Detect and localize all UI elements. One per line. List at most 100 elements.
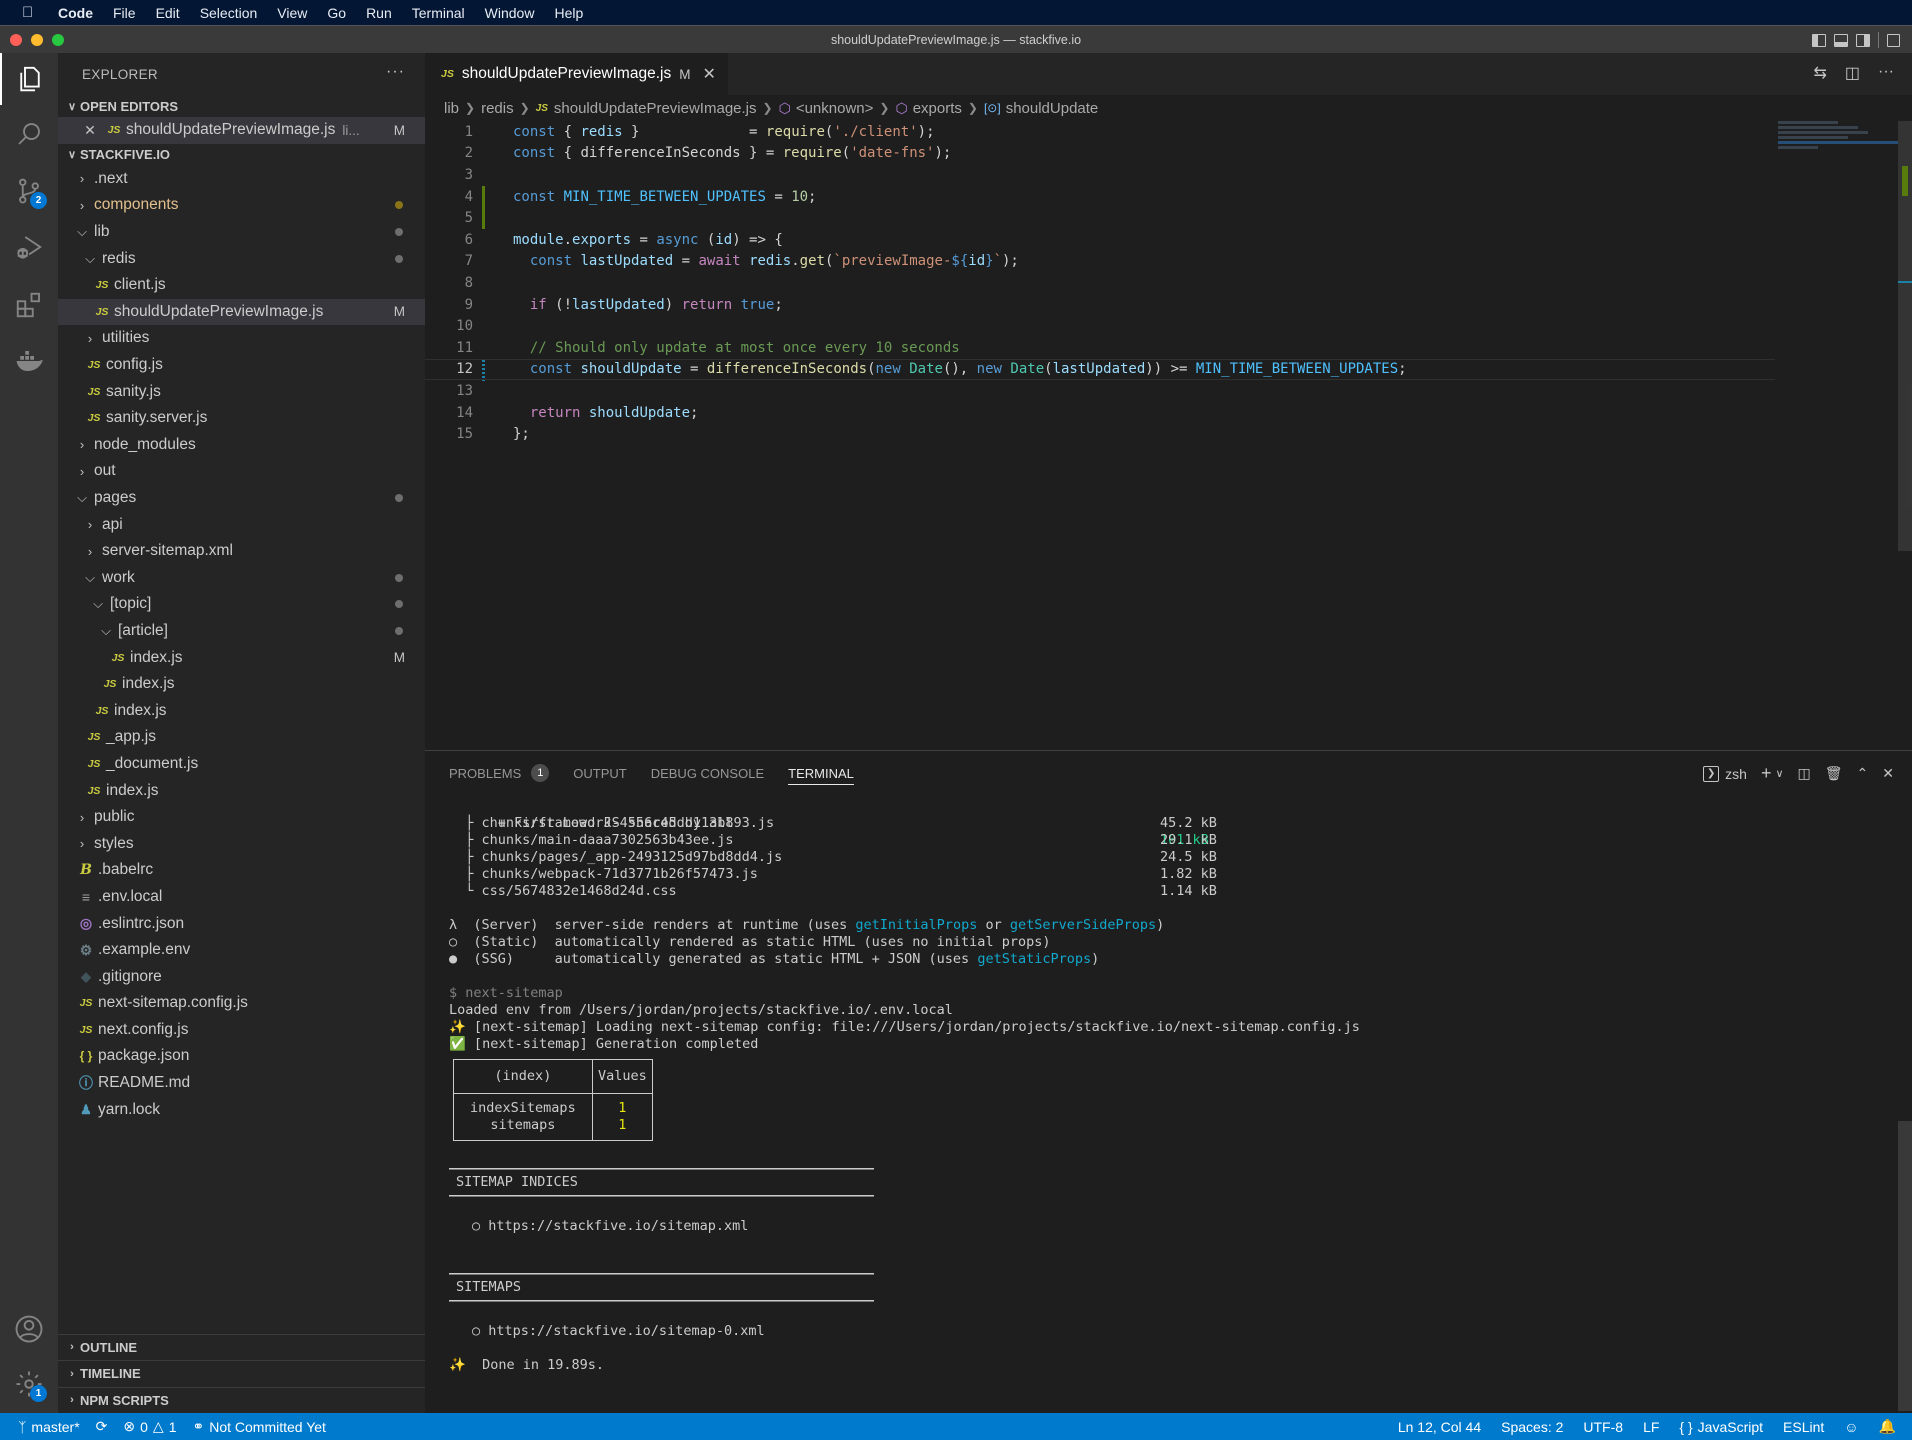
tree-folder[interactable]: ⌵ redis — [58, 245, 425, 272]
tab-debug-console[interactable]: DEBUG CONSOLE — [651, 751, 764, 795]
breadcrumb-item[interactable]: exports — [913, 100, 962, 117]
tree-folder[interactable]: › out — [58, 458, 425, 485]
tree-file[interactable]: JS shouldUpdatePreviewImage.js M — [58, 298, 425, 326]
toggle-panel-icon[interactable] — [1834, 33, 1848, 47]
apple-icon[interactable]:  — [22, 4, 36, 21]
menu-view[interactable]: View — [277, 5, 307, 21]
terminal-scrollbar[interactable] — [1898, 1121, 1912, 1411]
tree-file[interactable]: JS next.config.js — [58, 1017, 425, 1044]
tree-folder[interactable]: ⌵ [topic] — [58, 591, 425, 618]
problems-indicator[interactable]: ⊗ 0 △ 1 — [123, 1418, 176, 1435]
tree-folder[interactable]: › .next — [58, 166, 425, 193]
npm-scripts-section[interactable]: › NPM SCRIPTS — [58, 1386, 425, 1414]
tree-folder[interactable]: ⌵ pages — [58, 485, 425, 512]
language-mode[interactable]: { } JavaScript — [1679, 1419, 1763, 1435]
tree-folder[interactable]: › node_modules — [58, 432, 425, 459]
chevron-down-icon[interactable]: ∨ — [1775, 767, 1783, 780]
tree-folder[interactable]: › components — [58, 192, 425, 219]
new-terminal-icon[interactable]: + — [1761, 763, 1772, 784]
tab-terminal[interactable]: TERMINAL — [788, 751, 854, 795]
indentation[interactable]: Spaces: 2 — [1501, 1419, 1563, 1435]
minimize-window-button[interactable] — [31, 34, 43, 46]
menu-window[interactable]: Window — [485, 5, 535, 21]
open-editors-header[interactable]: ∨ OPEN EDITORS — [58, 95, 425, 117]
activity-manage[interactable]: 1 — [0, 1358, 58, 1410]
code-line[interactable]: 10 — [425, 315, 1775, 337]
tab-output[interactable]: OUTPUT — [573, 751, 626, 795]
tree-file[interactable]: ⓘ README.md — [58, 1070, 425, 1097]
terminal-output[interactable]: + First Load JS shared by all 101 kB ├ c… — [449, 798, 1849, 1374]
tree-file[interactable]: JS _document.js — [58, 751, 425, 778]
menu-file[interactable]: File — [113, 5, 136, 21]
tree-file[interactable]: ◆ .gitignore — [58, 963, 425, 990]
trash-icon[interactable]: 🗑 — [1825, 765, 1843, 782]
code-line[interactable]: 2 const { differenceInSeconds } = require… — [425, 143, 1775, 165]
activity-source-control[interactable]: 2 — [0, 165, 58, 217]
tree-folder[interactable]: › styles — [58, 830, 425, 857]
git-blame-indicator[interactable]: ⚭ Not Committed Yet — [192, 1418, 325, 1435]
code-line[interactable]: 1 const { redis } = require('./client'); — [425, 121, 1775, 143]
code-line[interactable]: 5 — [425, 207, 1775, 229]
end-of-line[interactable]: LF — [1643, 1419, 1659, 1435]
tree-file[interactable]: JS index.js — [58, 671, 425, 698]
editor-scrollbar[interactable] — [1898, 121, 1912, 551]
customize-layout-icon[interactable] — [1887, 33, 1900, 47]
close-tab-icon[interactable]: ✕ — [702, 64, 715, 84]
notifications-bell-icon[interactable]: 🔔 — [1879, 1418, 1896, 1435]
code-line[interactable]: 3 — [425, 164, 1775, 186]
tree-folder[interactable]: › public — [58, 804, 425, 831]
menu-terminal[interactable]: Terminal — [412, 5, 465, 21]
tree-file[interactable]: JS index.js M — [58, 644, 425, 671]
code-line[interactable]: 15}; — [425, 423, 1775, 445]
tree-folder[interactable]: ⌵ work — [58, 565, 425, 592]
tree-folder[interactable]: › api — [58, 511, 425, 538]
tree-file[interactable]: ≡ .env.local — [58, 884, 425, 911]
tree-folder[interactable]: ⌵ [article] — [58, 618, 425, 645]
close-panel-icon[interactable]: ✕ — [1882, 765, 1894, 782]
tree-file[interactable]: JS _app.js — [58, 724, 425, 751]
menu-selection[interactable]: Selection — [200, 5, 258, 21]
shell-name[interactable]: zsh — [1725, 766, 1747, 782]
activity-extensions[interactable] — [0, 279, 58, 331]
minimap[interactable] — [1778, 121, 1898, 161]
cursor-position[interactable]: Ln 12, Col 44 — [1398, 1419, 1481, 1435]
code-editor[interactable]: 1 const { redis } = require('./client'); 2… — [425, 121, 1775, 445]
tree-file[interactable]: JS index.js — [58, 777, 425, 804]
terminal-icon[interactable]: ❯ — [1703, 765, 1720, 782]
activity-accounts[interactable] — [0, 1303, 58, 1355]
more-actions-icon[interactable]: ··· — [386, 63, 405, 81]
branch-indicator[interactable]: ᛉ master* — [18, 1419, 80, 1435]
sync-button[interactable]: ⟳ — [96, 1418, 108, 1435]
eslint-status[interactable]: ESLint — [1783, 1419, 1824, 1435]
activity-search[interactable] — [0, 108, 58, 160]
tree-file[interactable]: ♟ yarn.lock — [58, 1096, 425, 1123]
maximize-panel-icon[interactable]: ⌃ — [1857, 765, 1869, 782]
breadcrumb-item[interactable]: lib — [444, 100, 459, 117]
split-terminal-icon[interactable]: ◫ — [1798, 765, 1811, 782]
added-line-gutter[interactable] — [482, 185, 485, 208]
menu-run[interactable]: Run — [366, 5, 392, 21]
tree-file[interactable]: JS next-sitemap.config.js — [58, 990, 425, 1017]
tree-file[interactable]: ⚙ .example.env — [58, 937, 425, 964]
activity-docker[interactable] — [0, 335, 58, 387]
breadcrumb-item[interactable]: <unknown> — [796, 100, 874, 117]
code-line[interactable]: 7 const lastUpdated = await redis.get(`p… — [425, 251, 1775, 273]
timeline-section[interactable]: › TIMELINE — [58, 1360, 425, 1387]
tree-file[interactable]: JS sanity.js — [58, 378, 425, 405]
tree-file[interactable]: ◎ .eslintrc.json — [58, 910, 425, 937]
breadcrumb-item[interactable]: shouldUpdate — [1006, 100, 1099, 117]
tree-file[interactable]: JS index.js — [58, 697, 425, 724]
menu-go[interactable]: Go — [327, 5, 346, 21]
tree-file[interactable]: B .babelrc — [58, 857, 425, 884]
added-line-gutter[interactable] — [482, 207, 485, 229]
code-line[interactable]: 8 — [425, 272, 1775, 294]
more-actions-icon[interactable]: ··· — [1878, 63, 1894, 83]
tree-file[interactable]: JS sanity.server.js — [58, 405, 425, 432]
close-window-button[interactable] — [10, 34, 22, 46]
code-line[interactable]: 9 if (!lastUpdated) return true; — [425, 294, 1775, 316]
menu-help[interactable]: Help — [554, 5, 583, 21]
code-line[interactable]: 6 module.exports = async (id) => { — [425, 229, 1775, 251]
open-editor-item[interactable]: ✕ JS shouldUpdatePreviewImage.js li... M — [58, 117, 425, 144]
toggle-secondary-sidebar-icon[interactable] — [1856, 33, 1870, 47]
editor-tab-active[interactable]: JS shouldUpdatePreviewImage.js M ✕ — [425, 53, 728, 95]
